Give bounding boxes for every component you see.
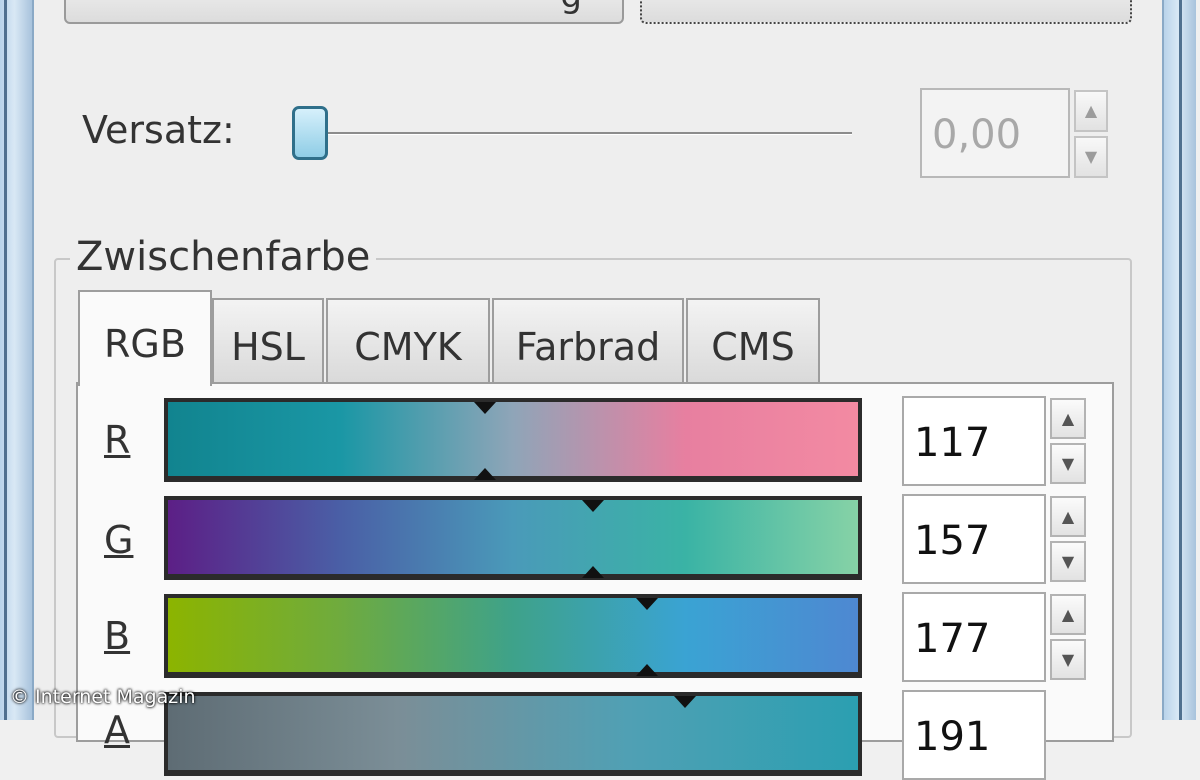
channel-bar-a[interactable] — [164, 692, 862, 776]
channel-bar-g[interactable] — [164, 496, 862, 580]
channel-spin-g: ▲ ▼ — [1050, 496, 1086, 582]
channel-marker-top-r — [473, 402, 496, 414]
button-label-fragment: g — [560, 0, 582, 16]
channel-gradient-a[interactable] — [168, 696, 858, 770]
channel-marker-bottom-g — [581, 566, 604, 578]
top-button-right[interactable] — [640, 0, 1132, 24]
channel-spin-b: ▲ ▼ — [1050, 594, 1086, 680]
channel-marker-bottom-b — [635, 664, 658, 676]
offset-spin-up-icon[interactable]: ▲ — [1074, 90, 1108, 132]
offset-spin-buttons: ▲ ▼ — [1074, 90, 1108, 178]
window-frame-left — [0, 0, 34, 720]
offset-value-input[interactable]: 0,00 — [920, 88, 1070, 178]
channel-spin-down-icon[interactable]: ▼ — [1050, 541, 1086, 582]
channel-marker-top-a — [673, 696, 696, 708]
tab-farbrad[interactable]: Farbrad — [492, 298, 684, 384]
top-button-left[interactable]: g — [64, 0, 624, 24]
channel-gradient-r[interactable] — [168, 402, 858, 476]
offset-label: Versatz: — [82, 108, 235, 152]
channel-label-r: R — [104, 418, 131, 462]
channel-marker-bottom-r — [473, 468, 496, 480]
channel-value-b[interactable]: 177 — [902, 592, 1046, 682]
channel-value-g[interactable]: 157 — [902, 494, 1046, 584]
tab-cmyk[interactable]: CMYK — [326, 298, 490, 384]
channel-spin-r: ▲ ▼ — [1050, 398, 1086, 484]
channel-spin-up-icon[interactable]: ▲ — [1050, 594, 1086, 635]
channel-bar-r[interactable] — [164, 398, 862, 482]
channel-gradient-g[interactable] — [168, 500, 858, 574]
gradient-editor-panel: g Versatz: 0,00 ▲ ▼ Zwischenfarbe RGB HS… — [34, 0, 1162, 780]
channel-label-a: A — [104, 708, 130, 752]
offset-spin-down-icon[interactable]: ▼ — [1074, 136, 1108, 178]
watermark: © Internet Magazin — [10, 686, 196, 708]
channel-spin-down-icon[interactable]: ▼ — [1050, 443, 1086, 484]
tab-cms[interactable]: CMS — [686, 298, 820, 384]
channel-marker-top-g — [581, 500, 604, 512]
channel-spin-up-icon[interactable]: ▲ — [1050, 398, 1086, 439]
offset-slider-track[interactable] — [302, 132, 852, 135]
window-frame-right — [1162, 0, 1196, 720]
channel-label-b: B — [104, 614, 131, 658]
channel-spin-up-icon[interactable]: ▲ — [1050, 496, 1086, 537]
channel-label-g: G — [104, 518, 134, 562]
tab-rgb[interactable]: RGB — [78, 290, 212, 386]
channel-marker-top-b — [635, 598, 658, 610]
channel-spin-down-icon[interactable]: ▼ — [1050, 639, 1086, 680]
channel-value-a[interactable]: 191 — [902, 690, 1046, 780]
channel-gradient-b[interactable] — [168, 598, 858, 672]
intermediate-color-title: Zwischenfarbe — [70, 234, 377, 280]
tab-hsl[interactable]: HSL — [212, 298, 324, 384]
channel-value-r[interactable]: 117 — [902, 396, 1046, 486]
channel-bar-b[interactable] — [164, 594, 862, 678]
offset-slider-thumb[interactable] — [292, 106, 328, 160]
